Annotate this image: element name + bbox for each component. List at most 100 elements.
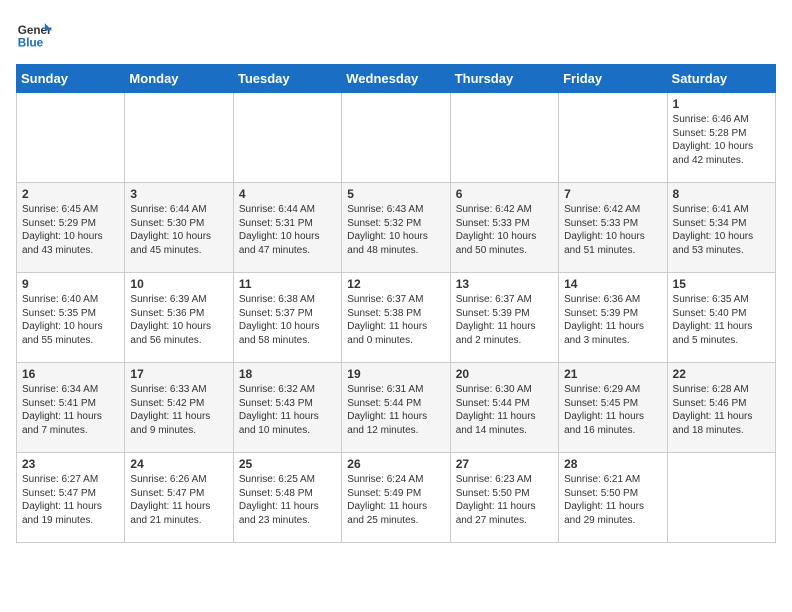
calendar-week-row: 16Sunrise: 6:34 AM Sunset: 5:41 PM Dayli… <box>17 363 776 453</box>
day-number: 11 <box>239 277 336 291</box>
calendar-day-header: Tuesday <box>233 65 341 93</box>
calendar-week-row: 23 Sunrise: 6:27 AM Sunset: 5:47 PM Dayli… <box>17 453 776 543</box>
calendar-day-header: Monday <box>125 65 233 93</box>
calendar-day-cell: 16Sunrise: 6:34 AM Sunset: 5:41 PM Dayli… <box>17 363 125 453</box>
day-info: Sunrise: 6:44 AM Sunset: 5:30 PM Dayligh… <box>130 203 227 257</box>
calendar-day-cell: 17 Sunrise: 6:33 AM Sunset: 5:42 PM Dayli… <box>125 363 233 453</box>
day-number: 2 <box>22 187 119 201</box>
day-number: 3 <box>130 187 227 201</box>
day-info: Sunrise: 6:42 AM Sunset: 5:33 PM Dayligh… <box>456 203 553 257</box>
calendar-day-cell: 22 Sunrise: 6:28 AM Sunset: 5:46 PM Dayli… <box>667 363 775 453</box>
day-info: Sunrise: 6:30 AM Sunset: 5:44 PM Dayligh… <box>456 383 553 437</box>
day-number: 19 <box>347 367 444 381</box>
calendar-day-header: Wednesday <box>342 65 450 93</box>
day-number: 4 <box>239 187 336 201</box>
calendar-day-cell: 20 Sunrise: 6:30 AM Sunset: 5:44 PM Dayli… <box>450 363 558 453</box>
day-info: Sunrise: 6:44 AM Sunset: 5:31 PM Dayligh… <box>239 203 336 257</box>
calendar-day-cell: 24 Sunrise: 6:26 AM Sunset: 5:47 PM Dayli… <box>125 453 233 543</box>
day-info: Sunrise: 6:32 AM Sunset: 5:43 PM Dayligh… <box>239 383 336 437</box>
day-number: 16 <box>22 367 119 381</box>
day-number: 25 <box>239 457 336 471</box>
calendar-day-cell <box>667 453 775 543</box>
calendar-day-cell: 11 Sunrise: 6:38 AM Sunset: 5:37 PM Dayli… <box>233 273 341 363</box>
day-info: Sunrise: 6:37 AM Sunset: 5:39 PM Dayligh… <box>456 293 553 347</box>
calendar-day-cell <box>233 93 341 183</box>
calendar-day-cell: 13 Sunrise: 6:37 AM Sunset: 5:39 PM Dayli… <box>450 273 558 363</box>
calendar-day-cell: 5Sunrise: 6:43 AM Sunset: 5:32 PM Daylig… <box>342 183 450 273</box>
calendar-day-cell: 25 Sunrise: 6:25 AM Sunset: 5:48 PM Dayli… <box>233 453 341 543</box>
day-number: 5 <box>347 187 444 201</box>
calendar-day-cell: 12Sunrise: 6:37 AM Sunset: 5:38 PM Dayli… <box>342 273 450 363</box>
day-number: 10 <box>130 277 227 291</box>
day-info: Sunrise: 6:38 AM Sunset: 5:37 PM Dayligh… <box>239 293 336 347</box>
logo-icon: General Blue <box>16 16 52 52</box>
calendar-day-cell <box>125 93 233 183</box>
day-number: 9 <box>22 277 119 291</box>
calendar-day-cell: 4 Sunrise: 6:44 AM Sunset: 5:31 PM Daylig… <box>233 183 341 273</box>
day-info: Sunrise: 6:39 AM Sunset: 5:36 PM Dayligh… <box>130 293 227 347</box>
calendar-day-cell: 14 Sunrise: 6:36 AM Sunset: 5:39 PM Dayli… <box>559 273 667 363</box>
day-info: Sunrise: 6:41 AM Sunset: 5:34 PM Dayligh… <box>673 203 770 257</box>
calendar-day-cell: 3 Sunrise: 6:44 AM Sunset: 5:30 PM Daylig… <box>125 183 233 273</box>
day-number: 14 <box>564 277 661 291</box>
day-info: Sunrise: 6:23 AM Sunset: 5:50 PM Dayligh… <box>456 473 553 527</box>
calendar-day-header: Saturday <box>667 65 775 93</box>
day-info: Sunrise: 6:21 AM Sunset: 5:50 PM Dayligh… <box>564 473 661 527</box>
calendar-header-row: SundayMondayTuesdayWednesdayThursdayFrid… <box>17 65 776 93</box>
svg-text:Blue: Blue <box>18 37 44 50</box>
day-number: 28 <box>564 457 661 471</box>
calendar-week-row: 9 Sunrise: 6:40 AM Sunset: 5:35 PM Daylig… <box>17 273 776 363</box>
calendar-day-header: Sunday <box>17 65 125 93</box>
day-info: Sunrise: 6:33 AM Sunset: 5:42 PM Dayligh… <box>130 383 227 437</box>
calendar-day-cell: 2 Sunrise: 6:45 AM Sunset: 5:29 PM Daylig… <box>17 183 125 273</box>
calendar-day-cell: 26Sunrise: 6:24 AM Sunset: 5:49 PM Dayli… <box>342 453 450 543</box>
day-info: Sunrise: 6:46 AM Sunset: 5:28 PM Dayligh… <box>673 113 770 167</box>
day-info: Sunrise: 6:36 AM Sunset: 5:39 PM Dayligh… <box>564 293 661 347</box>
logo: General Blue <box>16 16 58 52</box>
calendar-day-header: Thursday <box>450 65 558 93</box>
calendar-day-cell <box>342 93 450 183</box>
day-info: Sunrise: 6:28 AM Sunset: 5:46 PM Dayligh… <box>673 383 770 437</box>
day-info: Sunrise: 6:45 AM Sunset: 5:29 PM Dayligh… <box>22 203 119 257</box>
calendar-day-cell: 10 Sunrise: 6:39 AM Sunset: 5:36 PM Dayli… <box>125 273 233 363</box>
page-header: General Blue <box>16 16 776 52</box>
day-info: Sunrise: 6:26 AM Sunset: 5:47 PM Dayligh… <box>130 473 227 527</box>
calendar-day-cell: 9 Sunrise: 6:40 AM Sunset: 5:35 PM Daylig… <box>17 273 125 363</box>
calendar-week-row: 1 Sunrise: 6:46 AM Sunset: 5:28 PM Daylig… <box>17 93 776 183</box>
calendar-day-cell <box>450 93 558 183</box>
day-number: 8 <box>673 187 770 201</box>
day-number: 17 <box>130 367 227 381</box>
day-number: 1 <box>673 97 770 111</box>
day-info: Sunrise: 6:35 AM Sunset: 5:40 PM Dayligh… <box>673 293 770 347</box>
day-info: Sunrise: 6:24 AM Sunset: 5:49 PM Dayligh… <box>347 473 444 527</box>
calendar-day-cell: 8 Sunrise: 6:41 AM Sunset: 5:34 PM Daylig… <box>667 183 775 273</box>
calendar-day-cell: 21 Sunrise: 6:29 AM Sunset: 5:45 PM Dayli… <box>559 363 667 453</box>
day-info: Sunrise: 6:42 AM Sunset: 5:33 PM Dayligh… <box>564 203 661 257</box>
calendar-day-cell: 15 Sunrise: 6:35 AM Sunset: 5:40 PM Dayli… <box>667 273 775 363</box>
calendar-day-cell: 1 Sunrise: 6:46 AM Sunset: 5:28 PM Daylig… <box>667 93 775 183</box>
calendar-day-cell: 7 Sunrise: 6:42 AM Sunset: 5:33 PM Daylig… <box>559 183 667 273</box>
day-info: Sunrise: 6:25 AM Sunset: 5:48 PM Dayligh… <box>239 473 336 527</box>
calendar-day-cell: 6 Sunrise: 6:42 AM Sunset: 5:33 PM Daylig… <box>450 183 558 273</box>
calendar-week-row: 2 Sunrise: 6:45 AM Sunset: 5:29 PM Daylig… <box>17 183 776 273</box>
day-number: 20 <box>456 367 553 381</box>
day-number: 22 <box>673 367 770 381</box>
day-number: 24 <box>130 457 227 471</box>
day-number: 13 <box>456 277 553 291</box>
calendar-day-cell: 23 Sunrise: 6:27 AM Sunset: 5:47 PM Dayli… <box>17 453 125 543</box>
calendar-day-cell: 19 Sunrise: 6:31 AM Sunset: 5:44 PM Dayli… <box>342 363 450 453</box>
calendar-day-cell: 27Sunrise: 6:23 AM Sunset: 5:50 PM Dayli… <box>450 453 558 543</box>
day-number: 6 <box>456 187 553 201</box>
calendar-day-cell <box>559 93 667 183</box>
day-number: 15 <box>673 277 770 291</box>
calendar-day-cell: 28 Sunrise: 6:21 AM Sunset: 5:50 PM Dayli… <box>559 453 667 543</box>
day-number: 23 <box>22 457 119 471</box>
day-number: 21 <box>564 367 661 381</box>
calendar-day-header: Friday <box>559 65 667 93</box>
day-info: Sunrise: 6:40 AM Sunset: 5:35 PM Dayligh… <box>22 293 119 347</box>
calendar-table: SundayMondayTuesdayWednesdayThursdayFrid… <box>16 64 776 543</box>
day-info: Sunrise: 6:31 AM Sunset: 5:44 PM Dayligh… <box>347 383 444 437</box>
day-info: Sunrise: 6:29 AM Sunset: 5:45 PM Dayligh… <box>564 383 661 437</box>
day-number: 7 <box>564 187 661 201</box>
day-info: Sunrise: 6:27 AM Sunset: 5:47 PM Dayligh… <box>22 473 119 527</box>
